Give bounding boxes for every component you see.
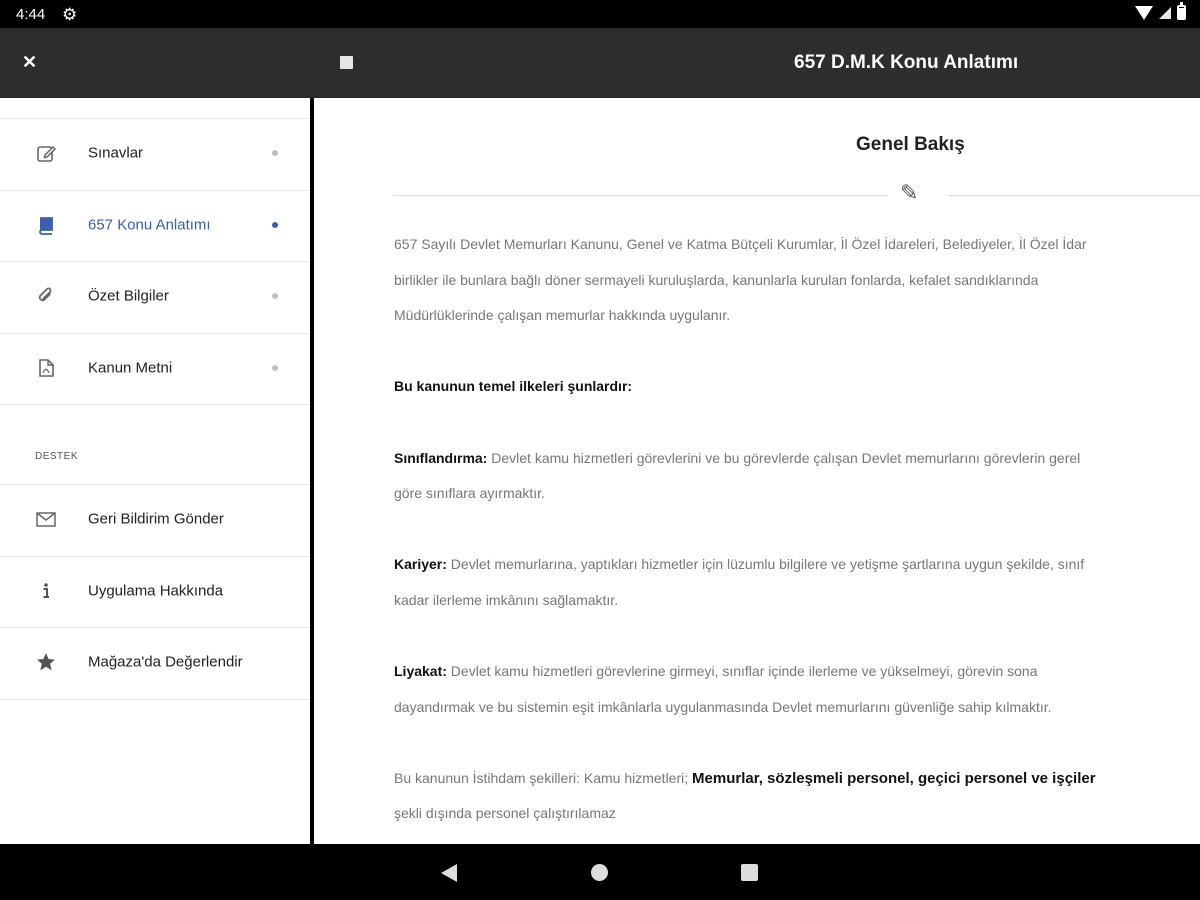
main-content: Genel Bakış ✎ 657 Sayılı Devlet Memurlar… [314, 98, 1200, 844]
title-separator-left [394, 195, 888, 196]
drawer-item-label: 657 Konu Anlatımı [88, 216, 211, 234]
drawer-item-konu-anlatimi[interactable]: 657 Konu Anlatımı [0, 190, 310, 260]
paragraph-text: Devlet kamu hizmetleri görevlerini ve bu… [487, 450, 1081, 466]
bold-text: Memurlar, sözleşmeli personel, geçici pe… [692, 770, 1096, 787]
drawer-item-label: Geri Bildirim Gönder [88, 510, 224, 528]
drawer-item-about[interactable]: Uygulama Hakkında [0, 556, 310, 626]
app-bar: 657 D.M.K Konu Anlatımı [310, 28, 1200, 98]
menu-toggle-icon[interactable] [340, 56, 353, 69]
drawer-item-label: Özet Bilgiler [88, 287, 169, 305]
drawer-item-dot [272, 150, 278, 156]
paragraph-istihdam: Bu kanunun İstihdam şekilleri: Kamu hizm… [394, 760, 1096, 797]
drawer-item-label: Uygulama Hakkında [88, 582, 224, 600]
edit-icon [35, 142, 57, 164]
paragraph-kariyer: Kariyer: Devlet memurlarına, yaptıkları … [394, 546, 1084, 582]
paperclip-icon [35, 285, 57, 307]
paragraph-line: göre sınıflara ayırmaktır. [394, 485, 545, 501]
mail-icon [35, 508, 57, 530]
drawer-item-rate[interactable]: Mağaza'da Değerlendir [0, 627, 310, 697]
drawer-item-feedback[interactable]: Geri Bildirim Gönder [0, 484, 310, 554]
status-bar: 4:44 ⚙ [0, 0, 1200, 28]
paragraph-line: Müdürlüklerinde çalışan memurlar hakkınd… [394, 307, 731, 323]
term-label: Liyakat: [394, 663, 447, 679]
star-icon [35, 651, 57, 673]
status-icons [1135, 2, 1186, 20]
paragraph-line: şekli dışında personel çalıştırılamaz [394, 805, 616, 821]
paragraph-siniflandirma: Sınıflandırma: Devlet kamu hizmetleri gö… [394, 440, 1080, 476]
principles-heading: Bu kanunun temel ilkeleri şunlardır: [394, 378, 633, 394]
paragraph-line: 657 Sayılı Devlet Memurları Kanunu, Gene… [394, 236, 1087, 252]
section-label-destek: DESTEK [35, 451, 79, 462]
navigation-drawer: Sınavlar 657 Konu Anlatımı Özet Bilgiler… [0, 98, 310, 844]
divider [0, 404, 310, 405]
drawer-item-dot [272, 365, 278, 371]
term-label: Sınıflandırma: [394, 450, 488, 466]
close-icon[interactable]: ✕ [22, 52, 37, 73]
signal-icon [1159, 6, 1171, 19]
divider [0, 699, 310, 700]
paragraph-text: Devlet kamu hizmetleri görevlerine girme… [446, 663, 1038, 679]
paragraph-liyakat: Liyakat: Devlet kamu hizmetleri görevler… [394, 653, 1038, 689]
back-icon[interactable] [441, 864, 457, 882]
drawer-item-label: Mağaza'da Değerlendir [88, 653, 243, 671]
paragraph-line: dayandırmak ve bu sistemin eşit imkânlar… [394, 699, 1052, 715]
paragraph-line: kadar ilerleme imkânını sağlamaktır. [394, 592, 619, 608]
book-icon [35, 214, 57, 236]
drawer-item-label: Sınavlar [88, 144, 144, 162]
drawer-shadow [310, 98, 314, 844]
drawer-item-ozet-bilgiler[interactable]: Özet Bilgiler [0, 261, 310, 331]
drawer-item-kanun-metni[interactable]: Kanun Metni [0, 333, 310, 403]
wifi-icon [1135, 5, 1153, 20]
info-icon [35, 580, 57, 602]
drawer-item-sinavlar[interactable]: Sınavlar [0, 118, 310, 188]
term-label: Kariyer: [394, 556, 447, 572]
drawer-header: ✕ [0, 28, 310, 98]
system-navigation-bar [0, 844, 1200, 900]
status-time: 4:44 [16, 6, 46, 23]
paragraph-text: Devlet memurlarına, yaptıkları hizmetler… [446, 556, 1085, 572]
home-icon[interactable] [591, 864, 608, 881]
drawer-item-dot-active [272, 222, 278, 228]
app-title: 657 D.M.K Konu Anlatımı [794, 52, 1019, 73]
pencil-icon: ✎ [900, 180, 919, 205]
battery-icon [1177, 2, 1186, 20]
drawer-item-label: Kanun Metni [88, 359, 173, 377]
recent-apps-icon[interactable] [741, 864, 758, 881]
title-separator-right [948, 195, 1200, 196]
settings-gear-icon: ⚙ [62, 5, 78, 24]
drawer-item-dot [272, 293, 278, 299]
paragraph-line: birlikler ile bunlara bağlı döner sermay… [394, 272, 1039, 288]
paragraph-text: Bu kanunun İstihdam şekilleri: Kamu hizm… [394, 770, 693, 786]
page-title: Genel Bakış [856, 134, 965, 155]
pdf-icon [35, 357, 57, 379]
